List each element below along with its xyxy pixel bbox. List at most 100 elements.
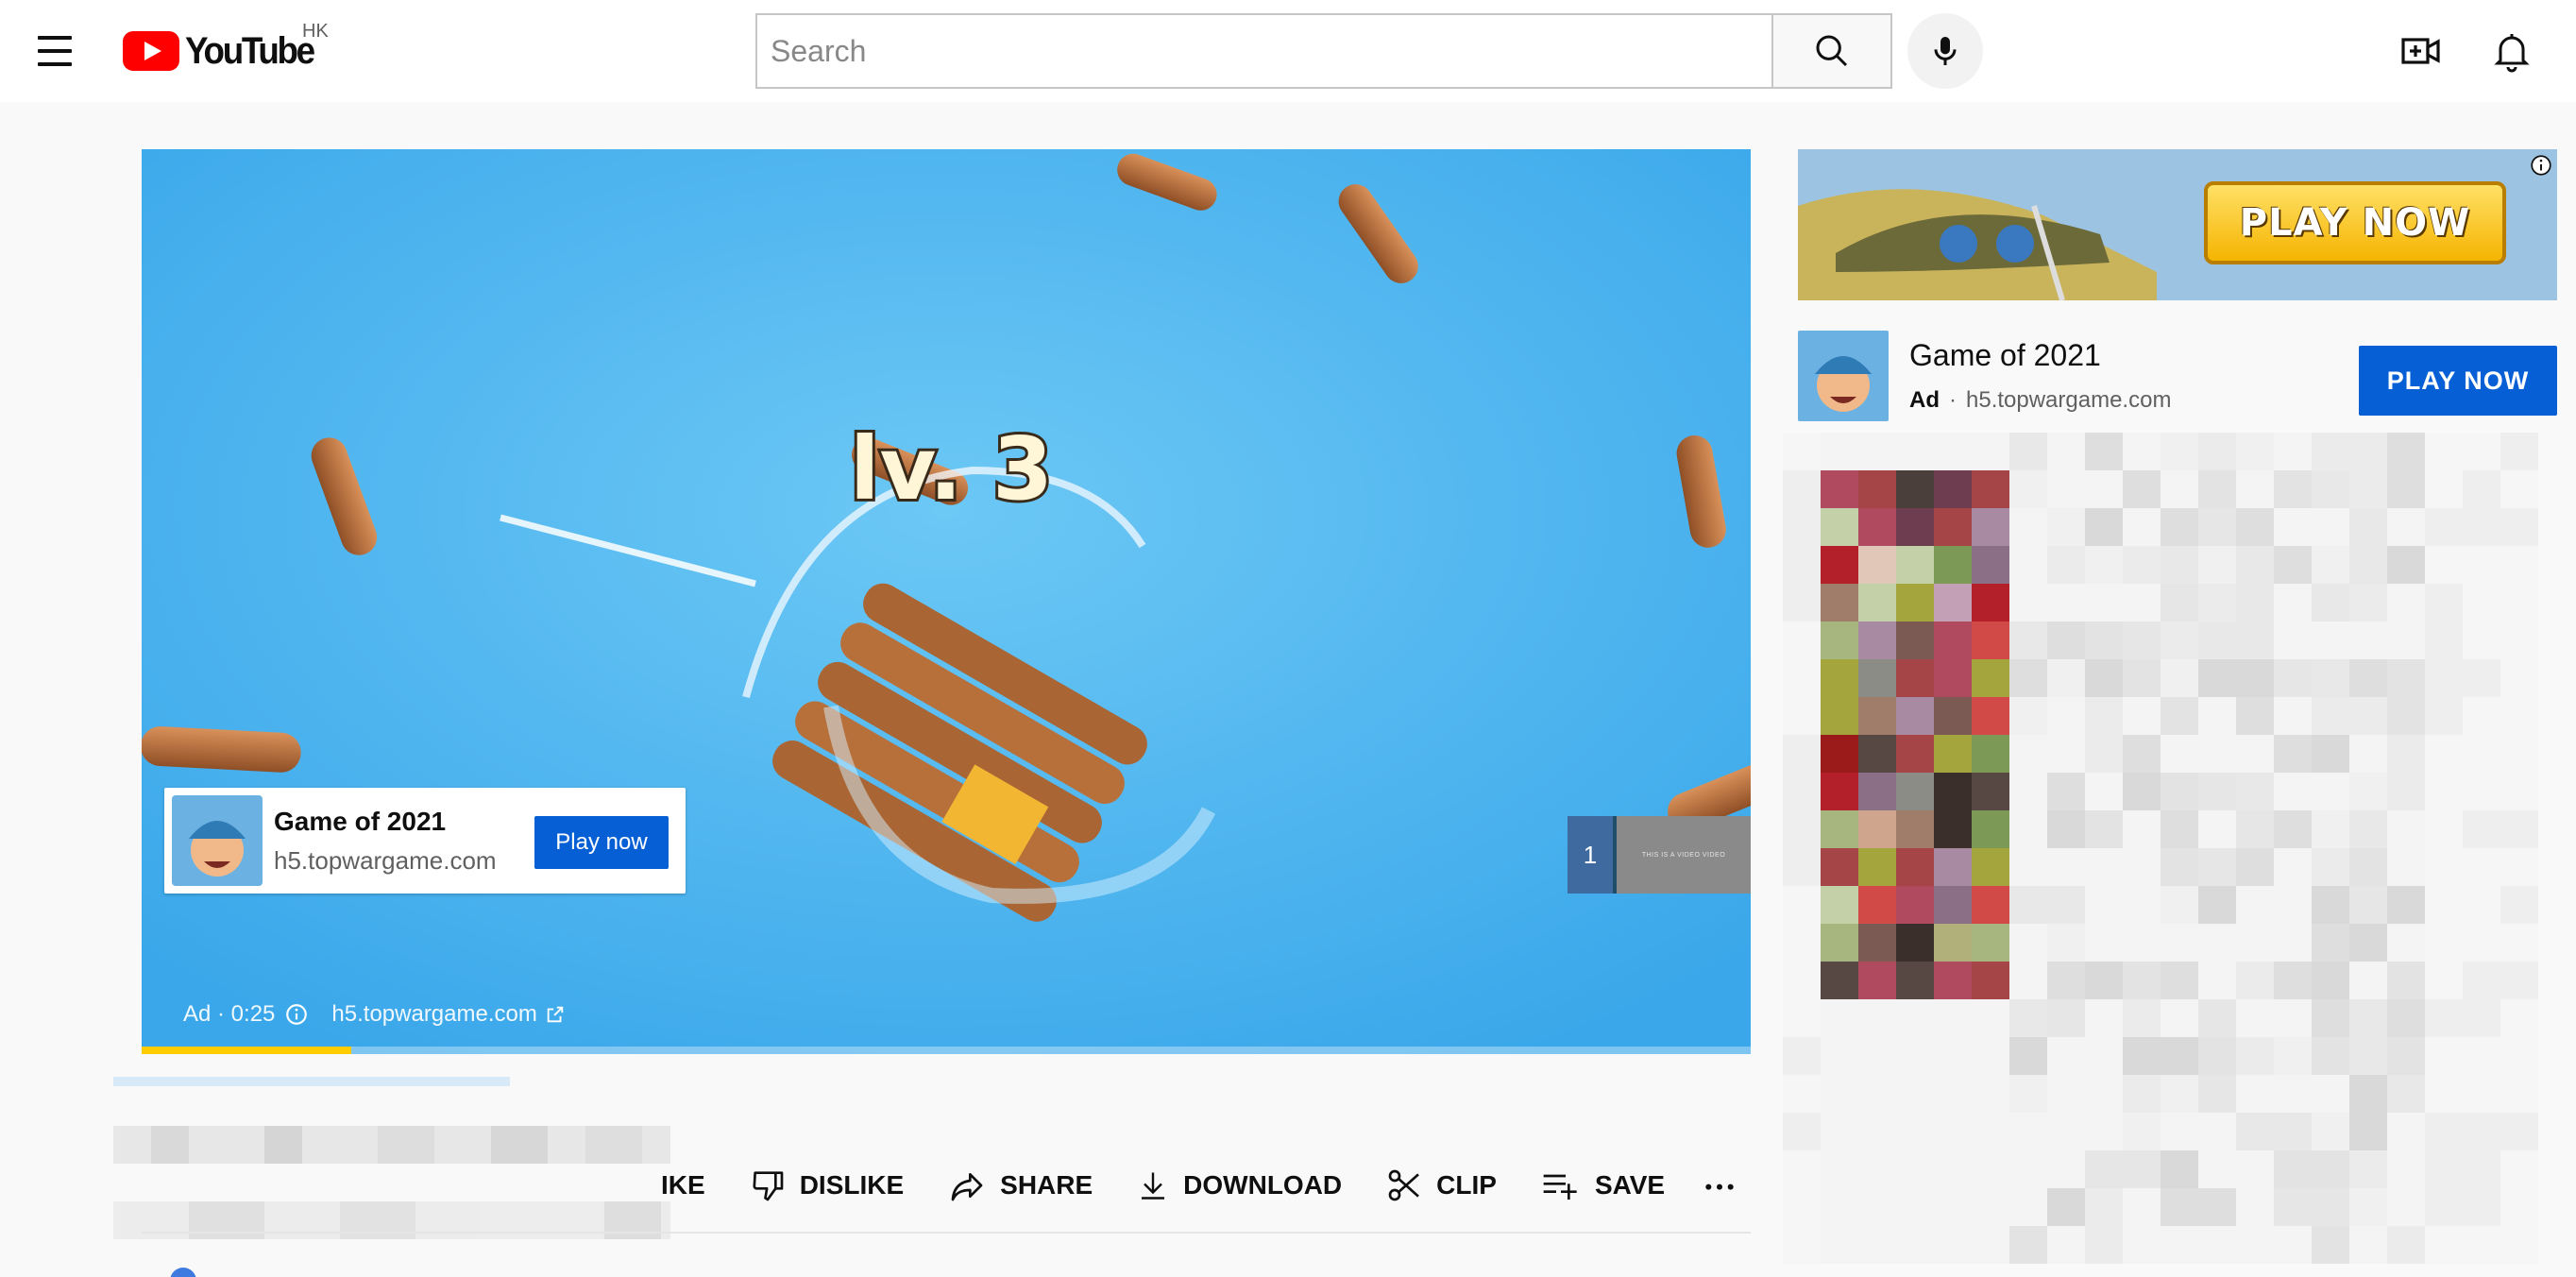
more-actions-button[interactable] bbox=[1701, 1166, 1752, 1204]
pixel-cell bbox=[1934, 1075, 1972, 1113]
region-code: HK bbox=[302, 21, 329, 42]
pixel-cell bbox=[2387, 621, 2425, 659]
sidebar-ad-domain[interactable]: h5.topwargame.com bbox=[1966, 387, 2171, 414]
overlay-ad-card[interactable]: Game of 2021 h5.topwargame.com Play now bbox=[164, 788, 686, 894]
pixel-cell bbox=[2500, 584, 2538, 621]
search-button[interactable] bbox=[1771, 13, 1892, 89]
pixel-cell bbox=[2463, 1226, 2500, 1264]
pixel-cell bbox=[2312, 1113, 2349, 1150]
external-link-icon[interactable] bbox=[545, 1004, 566, 1025]
pixel-cell bbox=[2312, 886, 2349, 924]
pixel-cell bbox=[1934, 508, 1972, 546]
pixel-cell bbox=[1858, 1150, 1896, 1188]
sidebar-play-now-button[interactable]: PLAY NOW bbox=[2359, 346, 2557, 416]
pixelated-recommendations bbox=[1783, 433, 2538, 1264]
pixel-cell bbox=[2198, 1075, 2236, 1113]
pixel-cell bbox=[1934, 1226, 1972, 1264]
pixel-cell bbox=[1972, 924, 2009, 962]
dislike-button[interactable]: DISLIKE bbox=[749, 1166, 904, 1204]
pixel-cell bbox=[2312, 773, 2349, 810]
like-button[interactable]: IKE bbox=[661, 1170, 705, 1200]
channel-avatar[interactable] bbox=[170, 1268, 196, 1277]
sidebar-ad-title[interactable]: Game of 2021 bbox=[1909, 338, 2101, 373]
pixel-cell bbox=[2274, 546, 2312, 584]
pixel-cell bbox=[2161, 999, 2198, 1037]
pixel-cell bbox=[1858, 697, 1896, 735]
next-video-thumbnail: THIS IS A VIDEO VIDEO bbox=[1617, 816, 1751, 894]
pixel-cell bbox=[2161, 962, 2198, 999]
pixel-cell bbox=[1821, 848, 1858, 886]
ad-progress-bar[interactable] bbox=[142, 1047, 1751, 1054]
overlay-ad-title[interactable]: Game of 2021 bbox=[274, 807, 446, 837]
pixel-cell bbox=[1972, 773, 2009, 810]
pixel-cell bbox=[2387, 1075, 2425, 1113]
pixel-cell bbox=[2123, 659, 2161, 697]
video-player[interactable]: lv. 3 Game of 2021 h5.topwargame.com Pla… bbox=[142, 149, 1751, 1054]
clip-button[interactable]: CLIP bbox=[1385, 1166, 1497, 1204]
pixel-cell bbox=[1858, 1113, 1896, 1150]
game-avatar bbox=[172, 795, 263, 886]
voice-search-button[interactable] bbox=[1907, 13, 1983, 89]
ad-queue-preview[interactable]: 1 THIS IS A VIDEO VIDEO bbox=[1568, 816, 1751, 894]
pixel-cell bbox=[2274, 1150, 2312, 1188]
save-button[interactable]: SAVE bbox=[1540, 1166, 1665, 1204]
pixel-cell bbox=[1783, 886, 1821, 924]
pixel-cell bbox=[2236, 848, 2274, 886]
overlay-ad-domain[interactable]: h5.topwargame.com bbox=[274, 846, 497, 876]
pixel-cell bbox=[2123, 886, 2161, 924]
ad-domain-link[interactable]: h5.topwargame.com bbox=[331, 1001, 536, 1028]
pixel-cell bbox=[2236, 773, 2274, 810]
pixel-cell bbox=[1896, 962, 1934, 999]
notifications-button[interactable] bbox=[2489, 28, 2534, 74]
pixel-cell bbox=[2425, 1188, 2463, 1226]
youtube-logo[interactable]: YouTube bbox=[123, 28, 325, 74]
sidebar-ad-avatar[interactable] bbox=[1798, 331, 1889, 421]
info-icon[interactable] bbox=[284, 1002, 309, 1027]
banner-play-now-button[interactable]: PLAY NOW bbox=[2204, 181, 2506, 264]
pixel-cell bbox=[2349, 848, 2387, 886]
pixel-cell bbox=[2009, 999, 2047, 1037]
pixel-cell bbox=[1972, 848, 2009, 886]
pixel-cell bbox=[2349, 1113, 2387, 1150]
pixel-cell bbox=[1783, 962, 1821, 999]
pixel-cell bbox=[1821, 924, 1858, 962]
share-button[interactable]: SHARE bbox=[947, 1166, 1093, 1204]
pixel-cell bbox=[1783, 1113, 1821, 1150]
pixel-cell bbox=[2274, 508, 2312, 546]
menu-icon[interactable] bbox=[34, 32, 79, 70]
pixel-cell bbox=[2161, 508, 2198, 546]
pixel-cell bbox=[2425, 433, 2463, 470]
pixel-cell bbox=[2047, 470, 2085, 508]
pixel-cell bbox=[2123, 1075, 2161, 1113]
pixel-cell bbox=[2009, 584, 2047, 621]
dislike-label: DISLIKE bbox=[799, 1170, 905, 1200]
pixel-cell bbox=[2425, 621, 2463, 659]
pixel-cell bbox=[2463, 1075, 2500, 1113]
pixel-cell bbox=[2463, 773, 2500, 810]
pixel-cell bbox=[2123, 697, 2161, 735]
pixel-cell bbox=[2387, 659, 2425, 697]
pixel-cell bbox=[1934, 810, 1972, 848]
pixel-cell bbox=[1934, 886, 1972, 924]
pixel-cell bbox=[2085, 659, 2123, 697]
pixel-cell bbox=[2085, 999, 2123, 1037]
pixel-cell bbox=[2198, 999, 2236, 1037]
pixel-cell bbox=[2463, 1188, 2500, 1226]
ad-info-icon[interactable] bbox=[2529, 153, 2553, 178]
ad-info-bar: Ad · 0:25 h5.topwargame.com bbox=[183, 1001, 566, 1028]
pixel-cell bbox=[2047, 1150, 2085, 1188]
pixel-cell bbox=[2274, 999, 2312, 1037]
overlay-play-now-button[interactable]: Play now bbox=[534, 816, 669, 869]
pixel-cell bbox=[2198, 1150, 2236, 1188]
download-button[interactable]: DOWNLOAD bbox=[1136, 1166, 1342, 1204]
sidebar-banner-ad[interactable]: PLAY NOW bbox=[1798, 149, 2557, 300]
pixel-cell bbox=[1858, 470, 1896, 508]
create-video-button[interactable] bbox=[2398, 28, 2444, 74]
pixel-cell bbox=[2236, 962, 2274, 999]
pixel-cell bbox=[2236, 886, 2274, 924]
pixel-cell bbox=[1896, 1113, 1934, 1150]
search-input[interactable] bbox=[755, 13, 1773, 89]
pixel-cell bbox=[1783, 924, 1821, 962]
pixel-cell bbox=[1783, 697, 1821, 735]
pixel-cell bbox=[2236, 621, 2274, 659]
